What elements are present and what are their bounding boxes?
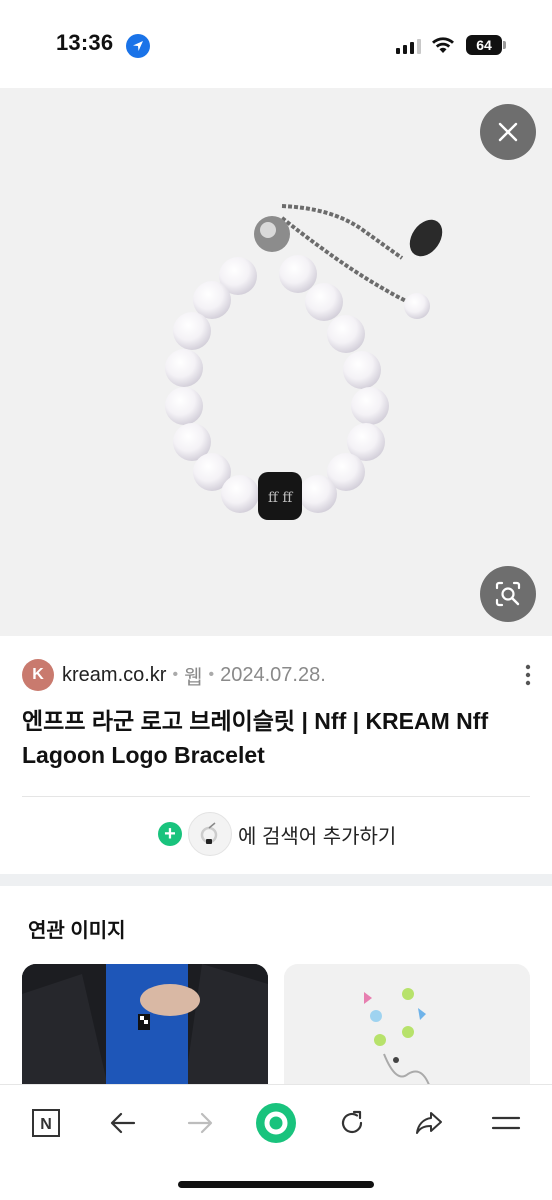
svg-text:N: N [40,1116,52,1133]
naver-home-button[interactable]: N [24,1101,68,1145]
naver-n-icon: N [32,1109,60,1137]
bracelet-image: ﬀ ﬀ [165,204,443,520]
related-image-1 [22,964,268,1104]
separator-dot: • [172,666,179,683]
more-vertical-icon [525,664,531,686]
cellular-signal-icon [396,38,421,54]
location-icon [126,34,150,58]
image-search-button[interactable] [480,566,536,622]
share-icon [416,1112,442,1134]
green-dot-button[interactable] [254,1101,298,1145]
divider [22,796,530,797]
more-button[interactable] [518,662,538,688]
site-favicon: K [22,659,54,691]
status-time: 13:36 [56,30,114,55]
close-icon [498,122,518,142]
result-title[interactable]: 엔프프 라군 로고 브레이슬릿 | Nff | KREAM Nff Lagoon… [22,704,532,772]
add-search-term-button[interactable]: + 에 검색어 추가하기 [158,812,396,856]
battery-icon: 64 [466,35,502,55]
related-title: 연관 이미지 [28,920,126,942]
menu-icon [491,1116,521,1130]
product-image[interactable]: ﬀ ﬀ [0,88,552,636]
result-info: K kream.co.kr • 웹 • 2024.07.28. 엔프프 라군 로… [0,636,552,874]
status-bar: 13:36 64 [0,0,552,88]
plus-icon: + [158,822,182,846]
source-type: 웹 [184,666,203,689]
refresh-icon [341,1110,363,1134]
section-gap [0,874,552,886]
image-search-icon [495,581,521,607]
home-indicator [178,1181,374,1188]
related-image-2 [284,964,530,1104]
related-images-section: 연관 이미지 [0,886,552,1104]
wifi-icon [432,37,454,53]
add-search-label: 에 검색어 추가하기 [238,825,397,848]
forward-button[interactable] [178,1101,222,1145]
separator-dot: • [208,666,215,683]
green-dot-icon [256,1103,296,1143]
back-button[interactable] [101,1101,145,1145]
refresh-button[interactable] [330,1101,374,1145]
related-image-card[interactable] [284,964,530,1104]
related-image-card[interactable] [22,964,268,1104]
battery-cap [503,41,506,49]
source-date: 2024.07.28. [220,663,326,686]
svg-text:ﬀ ﬀ: ﬀ ﬀ [268,490,293,506]
share-button[interactable] [407,1101,451,1145]
arrow-left-icon [110,1112,136,1134]
source-row[interactable]: K kream.co.kr • 웹 • 2024.07.28. [22,658,326,692]
close-button[interactable] [480,104,536,160]
image-thumbnail-chip [188,812,232,856]
arrow-right-icon [187,1112,213,1134]
menu-button[interactable] [484,1101,528,1145]
source-site[interactable]: kream.co.kr [62,664,166,687]
